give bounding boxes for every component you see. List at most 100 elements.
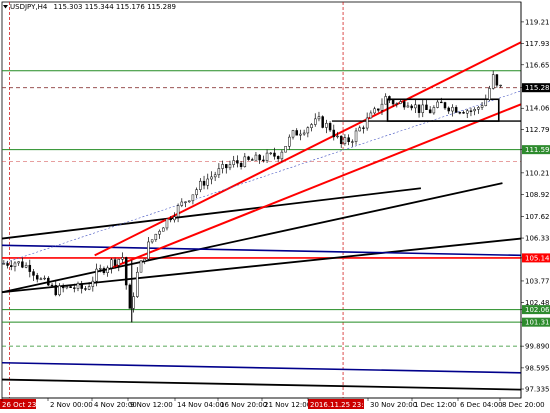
candle-body (28, 264, 32, 272)
candle-body (132, 296, 135, 309)
price-tick-label: 116.655 (525, 61, 550, 69)
candle-body (440, 101, 443, 104)
time-tick-label: 21 Nov 12:00 (264, 401, 311, 409)
candle-body (380, 103, 384, 111)
candle-body (399, 101, 402, 104)
candle-body (480, 105, 484, 108)
price-tick-label: 98.595 (525, 364, 550, 372)
candle-body (236, 160, 239, 164)
candle-body (343, 137, 347, 144)
candle-body (158, 230, 161, 235)
price-tick-label: 101.318 (525, 319, 550, 327)
candle-body (488, 88, 491, 100)
symbol-label: USDJPY,H4 (10, 3, 48, 11)
candle-body (284, 146, 287, 153)
candle-body (106, 267, 109, 273)
price-tick-label: 105.148 (525, 254, 550, 262)
candle-body (377, 108, 380, 111)
candle-body (225, 164, 228, 169)
candle-body (24, 264, 28, 268)
candle-body (336, 135, 339, 138)
candle-body (91, 280, 95, 287)
candle-body (388, 96, 391, 101)
candle-body (32, 271, 35, 276)
candle-body (87, 286, 91, 290)
candle-body (191, 194, 195, 202)
candle-body (328, 123, 332, 131)
candle-body (365, 117, 369, 129)
candle-body (369, 112, 373, 119)
candle-body (143, 258, 146, 262)
chart-header: USDJPY,H4 115.303 115.344 115.176 115.28… (10, 3, 176, 11)
candle-body (454, 107, 458, 113)
candle-body (428, 109, 432, 114)
candle-body (362, 127, 365, 129)
price-tick-label: 117.935 (525, 40, 550, 48)
time-tick-label: 2 Nov 00:00 (50, 401, 93, 409)
candle-body (65, 286, 69, 289)
candle-body (17, 261, 20, 264)
candle-body (136, 271, 139, 297)
candle-body (221, 164, 224, 169)
candle-body (314, 118, 317, 125)
candle-body (384, 96, 387, 105)
candle-body (102, 268, 106, 273)
time-tick-label: 1 Dec 12:00 (414, 401, 457, 409)
candle-body (406, 105, 410, 108)
candle-body (73, 287, 76, 289)
candle-body (2, 263, 6, 265)
candle-body (213, 174, 217, 178)
time-tick-label: 26 Oct 23:00 (2, 401, 48, 409)
time-tick-label: 2016.11.25 23:00 (310, 401, 372, 409)
candle-body (113, 259, 117, 266)
candle-body (43, 277, 46, 280)
candle-body (110, 259, 113, 269)
candle-body (462, 112, 465, 114)
candle-body (58, 285, 61, 296)
candle-body (84, 288, 87, 290)
candle-body (232, 160, 235, 165)
candle-body (484, 99, 488, 106)
candle-body (80, 283, 83, 289)
candle-body (432, 107, 436, 114)
candle-body (402, 101, 406, 108)
candle-body (10, 265, 13, 267)
candle-body (395, 103, 399, 105)
time-tick-label: 14 Nov 04:00 (177, 401, 224, 409)
candle-body (228, 164, 232, 169)
price-tick-label: 115.289 (525, 84, 550, 92)
candle-body (351, 141, 354, 143)
candle-body (347, 137, 350, 143)
candle-body (269, 152, 273, 155)
price-tick-label: 108.920 (525, 191, 550, 199)
price-tick-label: 110.215 (525, 169, 550, 177)
candle-body (217, 168, 221, 176)
candle-body (239, 162, 243, 167)
candle-body (187, 200, 191, 203)
ohlc-label: 115.303 115.344 115.176 115.289 (54, 3, 176, 11)
candle-body (258, 154, 261, 161)
candle-body (469, 110, 473, 112)
candle-body (206, 178, 209, 186)
candle-body (243, 156, 247, 167)
candle-body (202, 180, 206, 186)
candle-body (39, 278, 43, 280)
candle-body (35, 275, 39, 280)
candle-body (210, 176, 213, 180)
candle-body (250, 159, 254, 161)
candle-body (288, 136, 291, 147)
candle-body (199, 180, 202, 190)
candle-body (262, 159, 265, 162)
candle-body (295, 130, 298, 136)
candle-body (69, 286, 72, 288)
candle-body (465, 110, 469, 114)
candle-body (54, 285, 58, 296)
price-chart[interactable]: 119.210 117.935 116.655 115.289 114.065 112.7… (0, 0, 550, 413)
candle-body (150, 239, 154, 243)
candle-body (306, 127, 310, 134)
price-tick-label: 119.210 (525, 18, 550, 26)
candle-body (98, 268, 102, 270)
price-tick-label: 111.598 (525, 146, 550, 154)
time-tick-label: 9 Nov 12:00 (130, 401, 173, 409)
candle-body (458, 112, 462, 114)
